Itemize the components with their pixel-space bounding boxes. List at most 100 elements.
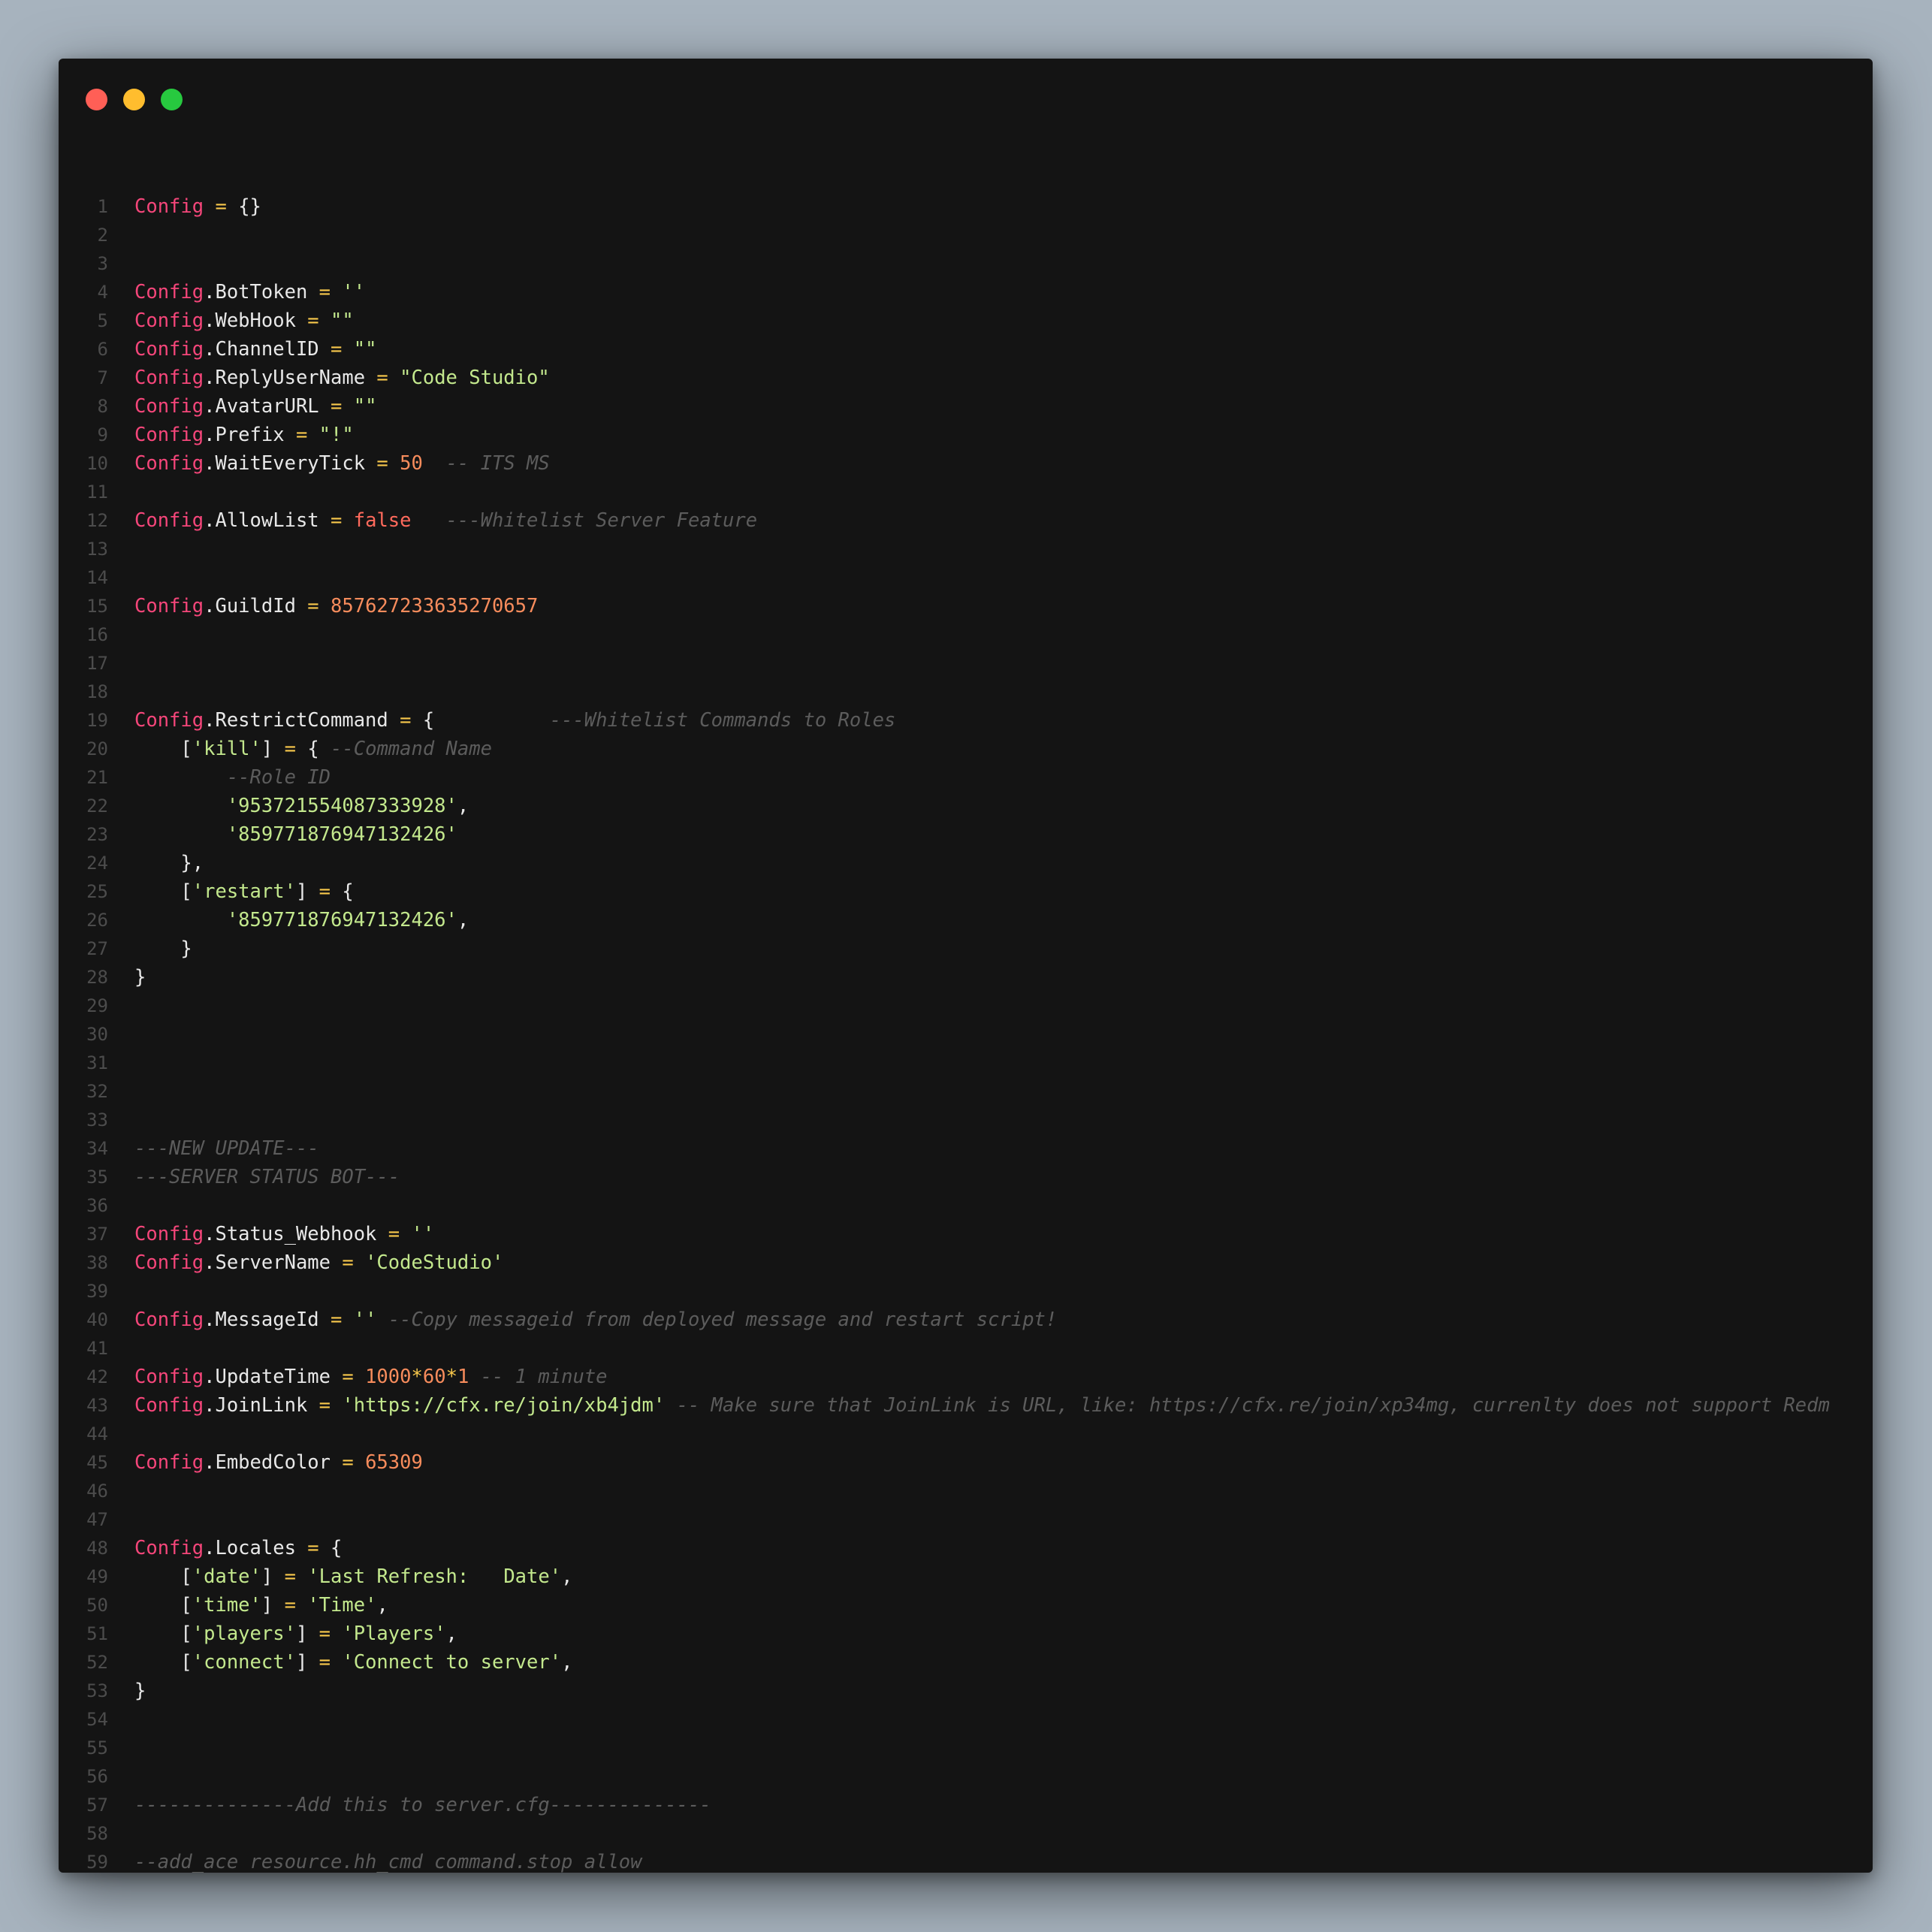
code-line: 9 Config.Prefix = "!" bbox=[59, 421, 1873, 449]
line-number: 7 bbox=[97, 367, 108, 388]
line-content: Config.ServerName = 'CodeStudio' bbox=[134, 1248, 503, 1277]
code-editor[interactable]: 1 Config = {} 2 3 4 Config.BotToken = '' 5 Conf… bbox=[59, 192, 1873, 1873]
line-number: 47 bbox=[86, 1509, 108, 1530]
code-token: 'Connect to server' bbox=[342, 1651, 562, 1674]
code-token: Config bbox=[134, 367, 204, 389]
code-token: -- Make sure that JoinLink is URL, like:… bbox=[676, 1394, 1830, 1417]
code-token: = bbox=[295, 424, 308, 446]
code-token: 'https://cfx.re/join/xb4jdm' bbox=[342, 1394, 666, 1417]
code-token: 'Time' bbox=[307, 1594, 377, 1617]
code-token: = bbox=[331, 509, 343, 532]
line-number: 56 bbox=[86, 1766, 108, 1787]
code-line: 58 bbox=[59, 1819, 1873, 1848]
code-token: } bbox=[134, 1680, 146, 1702]
code-token: = bbox=[284, 1594, 296, 1617]
line-number: 6 bbox=[97, 339, 108, 360]
code-line: 14 bbox=[59, 563, 1873, 592]
code-token: = bbox=[342, 1251, 354, 1274]
code-token: = bbox=[376, 452, 388, 475]
line-content: ['connect'] = 'Connect to server', bbox=[134, 1648, 572, 1677]
maximize-button[interactable] bbox=[161, 89, 183, 110]
code-token: = bbox=[342, 1366, 354, 1388]
code-token: ] bbox=[295, 1623, 319, 1645]
line-number: 44 bbox=[86, 1423, 108, 1444]
line-content: Config.ChannelID = "" bbox=[134, 335, 376, 364]
code-token: 65309 bbox=[365, 1451, 423, 1474]
code-token: '859771876947132426' bbox=[226, 909, 457, 931]
code-token: .Prefix bbox=[204, 424, 296, 446]
code-line: 48 Config.Locales = { bbox=[59, 1534, 1873, 1562]
close-button[interactable] bbox=[86, 89, 107, 110]
line-number: 13 bbox=[86, 539, 108, 560]
line-content: Config.Prefix = "!" bbox=[134, 421, 354, 449]
code-token: .Status_Webhook bbox=[204, 1223, 388, 1245]
code-token: .AllowList bbox=[204, 509, 331, 532]
code-token: 'date' bbox=[192, 1565, 261, 1588]
code-line: 54 bbox=[59, 1705, 1873, 1734]
code-token: Config bbox=[134, 338, 204, 361]
code-token: .ServerName bbox=[204, 1251, 343, 1274]
code-token: = bbox=[318, 880, 331, 903]
minimize-button[interactable] bbox=[123, 89, 145, 110]
line-number: 45 bbox=[86, 1452, 108, 1473]
line-number: 5 bbox=[97, 310, 108, 331]
code-token: , bbox=[457, 795, 469, 817]
line-content: } bbox=[134, 1677, 146, 1705]
code-line: 12 Config.AllowList = false ---Whitelist … bbox=[59, 506, 1873, 535]
code-token: ] bbox=[295, 1651, 319, 1674]
line-number: 16 bbox=[86, 624, 108, 645]
code-token: , bbox=[561, 1565, 573, 1588]
line-number: 17 bbox=[86, 653, 108, 674]
line-number: 54 bbox=[86, 1709, 108, 1730]
code-token: = bbox=[331, 1309, 343, 1331]
line-number: 21 bbox=[86, 767, 108, 788]
code-token: = bbox=[318, 281, 331, 303]
code-token: Config bbox=[134, 1366, 204, 1388]
line-number: 14 bbox=[86, 567, 108, 588]
code-token: = bbox=[284, 738, 296, 760]
code-token: 'time' bbox=[192, 1594, 261, 1617]
code-line: 49 ['date'] = 'Last Refresh: Date', bbox=[59, 1562, 1873, 1591]
code-token: } bbox=[134, 937, 192, 960]
code-token: , bbox=[445, 1623, 457, 1645]
line-content: --Role ID bbox=[134, 763, 331, 792]
code-token: -- ITS MS bbox=[445, 452, 550, 475]
code-line: 31 bbox=[59, 1049, 1873, 1077]
code-token: --add_ace resource.hh_cmd command.stop a… bbox=[134, 1851, 642, 1873]
code-line: 25 ['restart'] = { bbox=[59, 877, 1873, 906]
code-line: 37 Config.Status_Webhook = '' bbox=[59, 1220, 1873, 1248]
code-line: 56 bbox=[59, 1762, 1873, 1791]
code-line: 16 bbox=[59, 620, 1873, 649]
code-token: Config bbox=[134, 395, 204, 418]
code-token: [ bbox=[134, 738, 192, 760]
code-token: .MessageId bbox=[204, 1309, 331, 1331]
code-token: 'connect' bbox=[192, 1651, 296, 1674]
code-token: [ bbox=[134, 1565, 192, 1588]
code-token: --Role ID bbox=[226, 766, 331, 789]
code-token: = bbox=[307, 1537, 319, 1559]
line-content: } bbox=[134, 963, 146, 992]
code-line: 21 --Role ID bbox=[59, 763, 1873, 792]
code-token: 'Players' bbox=[342, 1623, 446, 1645]
code-token: = bbox=[318, 1651, 331, 1674]
code-token: .ReplyUserName bbox=[204, 367, 377, 389]
code-token: ] bbox=[261, 1565, 285, 1588]
line-number: 11 bbox=[86, 481, 108, 503]
code-token: Config bbox=[134, 509, 204, 532]
code-line: 5 Config.WebHook = "" bbox=[59, 306, 1873, 335]
line-number: 40 bbox=[86, 1309, 108, 1330]
line-number: 57 bbox=[86, 1795, 108, 1816]
code-token: = bbox=[318, 1394, 331, 1417]
code-line: 3 bbox=[59, 249, 1873, 278]
code-token: "Code Studio" bbox=[400, 367, 550, 389]
line-number: 33 bbox=[86, 1109, 108, 1131]
code-token: , bbox=[457, 909, 469, 931]
code-token: .WaitEveryTick bbox=[204, 452, 377, 475]
code-token: ] bbox=[295, 880, 319, 903]
